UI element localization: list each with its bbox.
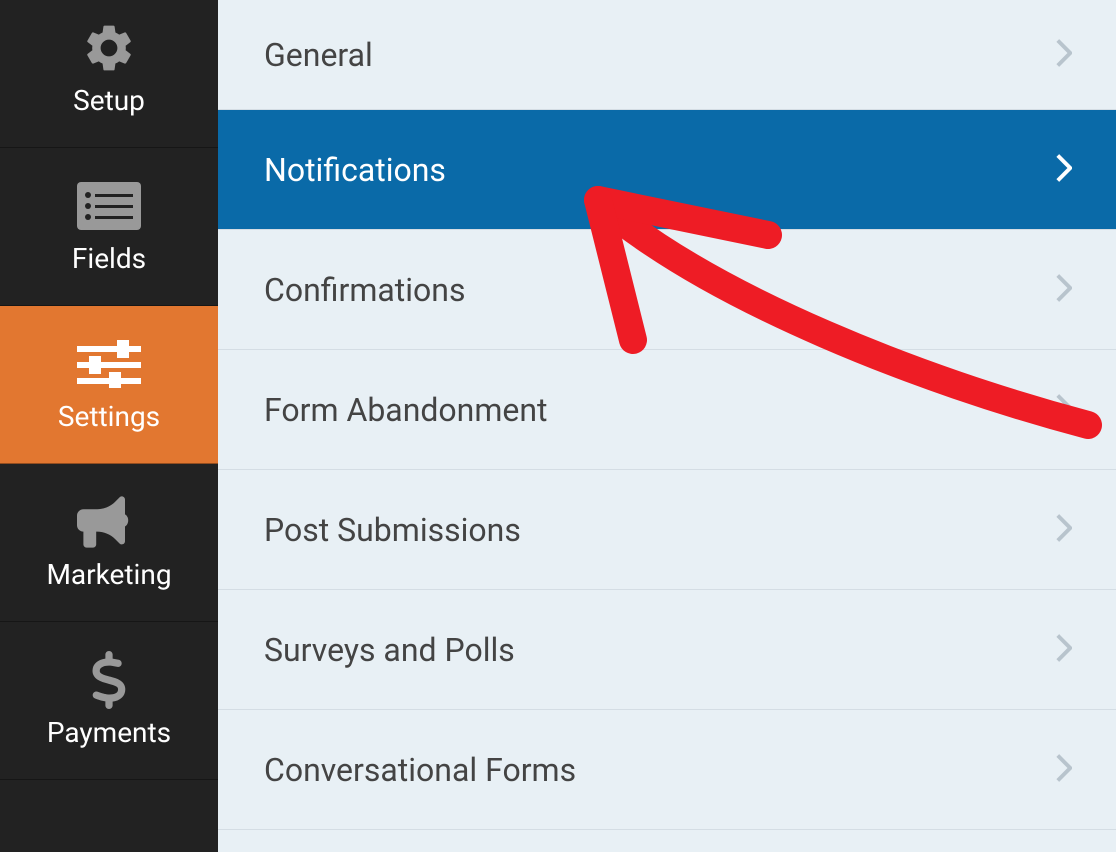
chevron-right-icon [1056,514,1072,546]
settings-row-label: Surveys and Polls [264,631,515,669]
sidebar-item-label: Setup [73,84,145,117]
bullhorn-icon [77,494,141,550]
sidebar-item-label: Payments [47,716,171,749]
chevron-right-icon [1056,274,1072,306]
settings-row-label: General [264,36,373,74]
settings-row-label: Form Abandonment [264,391,548,429]
list-icon [77,178,141,234]
sliders-icon [77,336,141,392]
sidebar-item-label: Settings [58,400,160,433]
settings-row-form-abandonment[interactable]: Form Abandonment [218,350,1116,470]
chevron-right-icon [1056,154,1072,186]
sidebar-item-marketing[interactable]: Marketing [0,464,218,622]
gear-icon [81,20,137,76]
settings-panel: General Notifications Confirmations Form… [218,0,1116,852]
sidebar-item-settings[interactable]: Settings [0,306,218,464]
settings-row-label: Confirmations [264,271,465,309]
chevron-right-icon [1056,39,1072,71]
chevron-right-icon [1056,394,1072,426]
settings-row-confirmations[interactable]: Confirmations [218,230,1116,350]
settings-row-post-submissions[interactable]: Post Submissions [218,470,1116,590]
settings-row-label: Post Submissions [264,511,521,549]
chevron-right-icon [1056,634,1072,666]
sidebar-item-setup[interactable]: Setup [0,0,218,148]
dollar-icon [89,652,129,708]
sidebar-item-payments[interactable]: Payments [0,622,218,780]
settings-row-surveys-polls[interactable]: Surveys and Polls [218,590,1116,710]
settings-row-notifications[interactable]: Notifications [218,110,1116,230]
chevron-right-icon [1056,754,1072,786]
settings-row-label: Notifications [264,151,446,189]
sidebar-item-label: Marketing [46,558,171,591]
sidebar-item-fields[interactable]: Fields [0,148,218,306]
settings-row-conversational-forms[interactable]: Conversational Forms [218,710,1116,830]
settings-row-label: Conversational Forms [264,751,576,789]
sidebar-item-label: Fields [72,242,146,275]
settings-row-general[interactable]: General [218,0,1116,110]
sidebar: Setup Fields [0,0,218,852]
